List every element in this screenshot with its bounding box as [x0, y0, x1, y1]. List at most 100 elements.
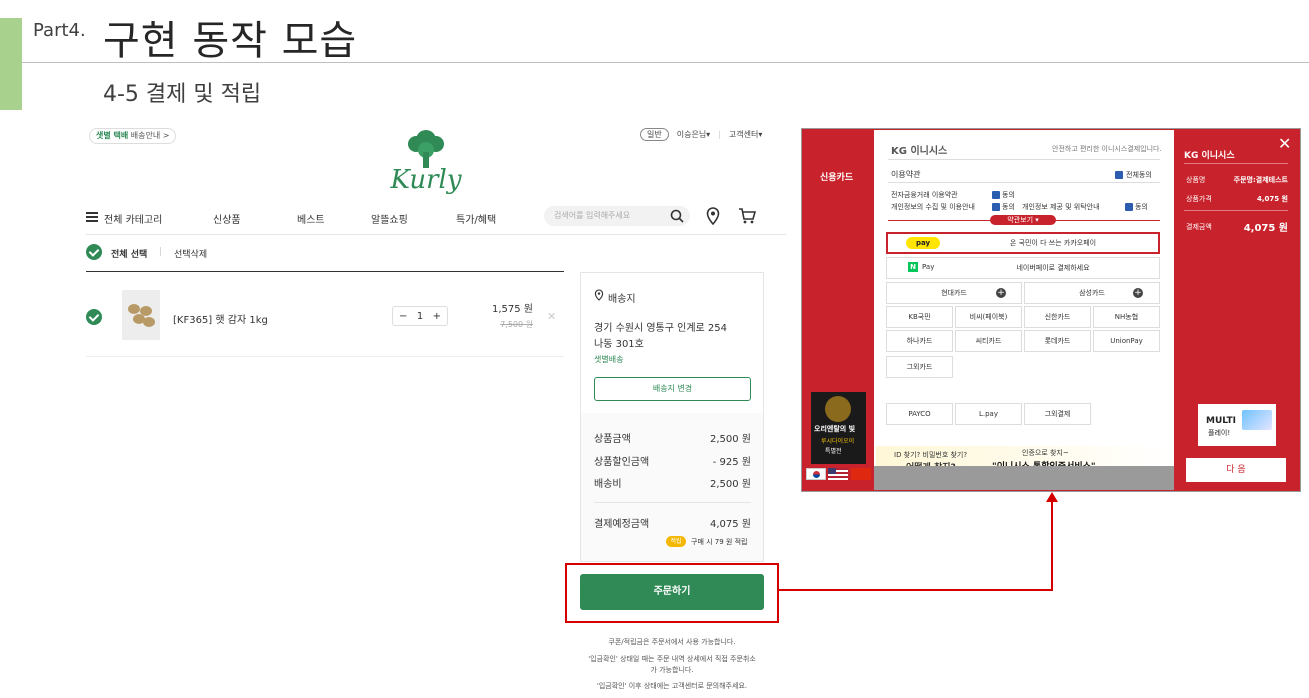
product-price-label: 상품가격 — [1186, 195, 1212, 203]
remove-item-icon[interactable]: ✕ — [547, 310, 556, 323]
inicis-brand: KG 이니시스 — [891, 146, 948, 157]
item-price: 1,575 원 — [491, 304, 533, 315]
right-panel-divider-2 — [1184, 210, 1288, 211]
select-all-checkbox[interactable] — [86, 244, 102, 260]
search-icon[interactable] — [670, 209, 684, 223]
id-banner-sub: 인증으로 찾지~ — [1022, 449, 1069, 457]
nav-item-new[interactable]: 신상품 — [213, 211, 241, 226]
search-input[interactable]: 검색어를 입력해주세요 — [544, 206, 690, 226]
summary-label-discount: 상품할인금액 — [594, 457, 650, 468]
summary-label-shipping: 배송비 — [594, 479, 622, 490]
pay-other[interactable]: 그외결제 — [1024, 403, 1091, 425]
ad-banner-left[interactable]: 오리엔탈의 빛 루시다이오이 특별전 — [811, 392, 866, 464]
pay-other-label: 그외결제 — [1044, 410, 1071, 418]
inicis-tagline: 안전하고 편리한 이니시스결제입니다. — [1052, 145, 1162, 153]
card-hana[interactable]: 하나카드 — [886, 330, 953, 352]
card-shinhan[interactable]: 신한카드 — [1024, 306, 1091, 328]
product-thumbnail[interactable] — [122, 290, 160, 340]
card-hana-label: 하나카드 — [906, 337, 933, 345]
card-citi-label: 씨티카드 — [975, 337, 1002, 345]
delete-selected-button[interactable]: 선택삭제 — [174, 247, 207, 260]
card-kb[interactable]: KB국민 — [886, 306, 953, 328]
pay-payco-label: PAYCO — [908, 410, 931, 418]
change-address-button[interactable]: 배송지 변경 — [594, 377, 751, 401]
notice-line-2: '입금확인' 상태일 때는 주문 내역 상세에서 직접 주문취소 — [588, 655, 756, 663]
agree-all-label: 전체동의 — [1126, 171, 1152, 179]
summary-label-product: 상품금액 — [594, 434, 631, 445]
kakaopay-text: 온 국민이 다 쓰는 카카오페이 — [1009, 239, 1097, 247]
notice-line-1: 쿠폰/적립금은 주문서에서 사용 가능합니다. — [608, 638, 736, 646]
card-nh-label: NH농협 — [1114, 313, 1139, 321]
cart-icon[interactable] — [738, 207, 756, 225]
summary-value-shipping: 2,500 원 — [709, 479, 751, 490]
nav-all-category[interactable]: 전체 카테고리 — [104, 211, 162, 226]
agree-all-checkbox[interactable] — [1115, 171, 1123, 179]
card-other[interactable]: 그외카드 — [886, 356, 953, 378]
qty-minus-button[interactable]: − — [399, 311, 407, 322]
card-lotte[interactable]: 롯데카드 — [1024, 330, 1091, 352]
connector-line-vertical — [1051, 500, 1053, 591]
product-price-value: 4,075 원 — [1256, 195, 1288, 203]
flag-usa-icon[interactable] — [828, 468, 848, 480]
flag-korea-icon[interactable] — [806, 468, 826, 480]
card-bc-label: 비씨(페이북) — [969, 313, 1008, 321]
notice-line-4: '입금확인' 이후 상태에는 고객센터로 문의해주세요. — [596, 682, 748, 690]
term-3-agree: 동의 — [1135, 203, 1148, 211]
summary-total-label: 결제예정금액 — [594, 519, 650, 530]
page-title: 구현 동작 모습 — [103, 18, 358, 64]
term-3-checkbox[interactable] — [1125, 203, 1133, 211]
nav-item-bargain[interactable]: 알뜰쇼핑 — [371, 211, 408, 226]
flag-china-icon[interactable] — [851, 468, 871, 480]
term-1-checkbox[interactable] — [992, 191, 1000, 199]
user-menu: 일반 이승은님▾ | 고객센터▾ — [640, 128, 762, 141]
close-icon[interactable]: ✕ — [1278, 134, 1291, 153]
summary-value-product: 2,500 원 — [709, 434, 751, 445]
pay-lpay[interactable]: L.pay — [955, 403, 1022, 425]
card-image — [1242, 410, 1272, 430]
customer-center-menu[interactable]: 고객센터▾ — [729, 129, 762, 140]
ad-banner-right[interactable]: MULTI 플레이! — [1198, 404, 1276, 446]
term-2-checkbox[interactable] — [992, 203, 1000, 211]
user-name-menu[interactable]: 이승은님▾ — [677, 129, 710, 140]
nav-item-best[interactable]: 베스트 — [297, 211, 325, 226]
view-terms-button[interactable]: 약관보기 ▾ — [990, 215, 1056, 225]
quantity-stepper[interactable]: − 1 + — [392, 306, 448, 326]
product-name[interactable]: [KF365] 햇 감자 1kg — [173, 311, 268, 326]
card-citi[interactable]: 씨티카드 — [955, 330, 1022, 352]
credit-card-tab[interactable]: 신용카드 — [820, 170, 853, 183]
item-checkbox[interactable] — [86, 309, 102, 325]
delivery-badge-text: 배송안내 > — [130, 131, 170, 140]
hamburger-icon[interactable] — [86, 212, 98, 222]
card-nh[interactable]: NH농협 — [1093, 306, 1160, 328]
kurly-logo[interactable]: Kurly — [386, 126, 466, 198]
select-separator: | — [159, 247, 163, 257]
order-button[interactable]: 주문하기 — [580, 574, 764, 610]
title-divider — [22, 62, 1309, 63]
ad-banner-right-line1: MULTI — [1206, 416, 1236, 426]
card-bc[interactable]: 비씨(페이북) — [955, 306, 1022, 328]
id-banner-question: ID 찾기? 비밀번호 찾기? — [894, 451, 968, 459]
terms-title: 이용약관 — [891, 170, 921, 179]
kakaopay-badge: pay — [906, 237, 940, 249]
card-kb-label: KB국민 — [908, 313, 931, 321]
point-earn-text: 구매 시 79 원 적립 — [691, 538, 748, 546]
location-pin-icon[interactable] — [706, 207, 720, 225]
select-all-label[interactable]: 전체 선택 — [111, 247, 147, 260]
next-button[interactable]: 다 음 — [1186, 458, 1286, 482]
term-1-label: 전자금융거래 이용약관 — [891, 191, 958, 199]
term-2-label: 개인정보의 수집 및 이용안내 — [891, 203, 975, 211]
card-unionpay[interactable]: UnionPay — [1093, 330, 1160, 352]
part-label: Part4. — [33, 20, 86, 41]
delivery-info-badge[interactable]: 샛별 택배 배송안내 > — [89, 128, 177, 144]
qty-plus-button[interactable]: + — [433, 311, 441, 322]
menu-separator: | — [718, 130, 721, 139]
ad-banner-line3: 특별전 — [825, 448, 842, 455]
card-hyundai-label: 현대카드 — [941, 289, 967, 297]
logo-wordmark: Kurly — [389, 165, 461, 195]
naverpay-label: Pay — [922, 263, 935, 271]
point-badge: 적립 — [666, 536, 686, 547]
pay-payco[interactable]: PAYCO — [886, 403, 953, 425]
nav-item-special[interactable]: 특가/혜택 — [456, 211, 496, 226]
popup-footer-bar — [874, 466, 1174, 490]
summary-total-value: 4,075 원 — [709, 519, 751, 530]
